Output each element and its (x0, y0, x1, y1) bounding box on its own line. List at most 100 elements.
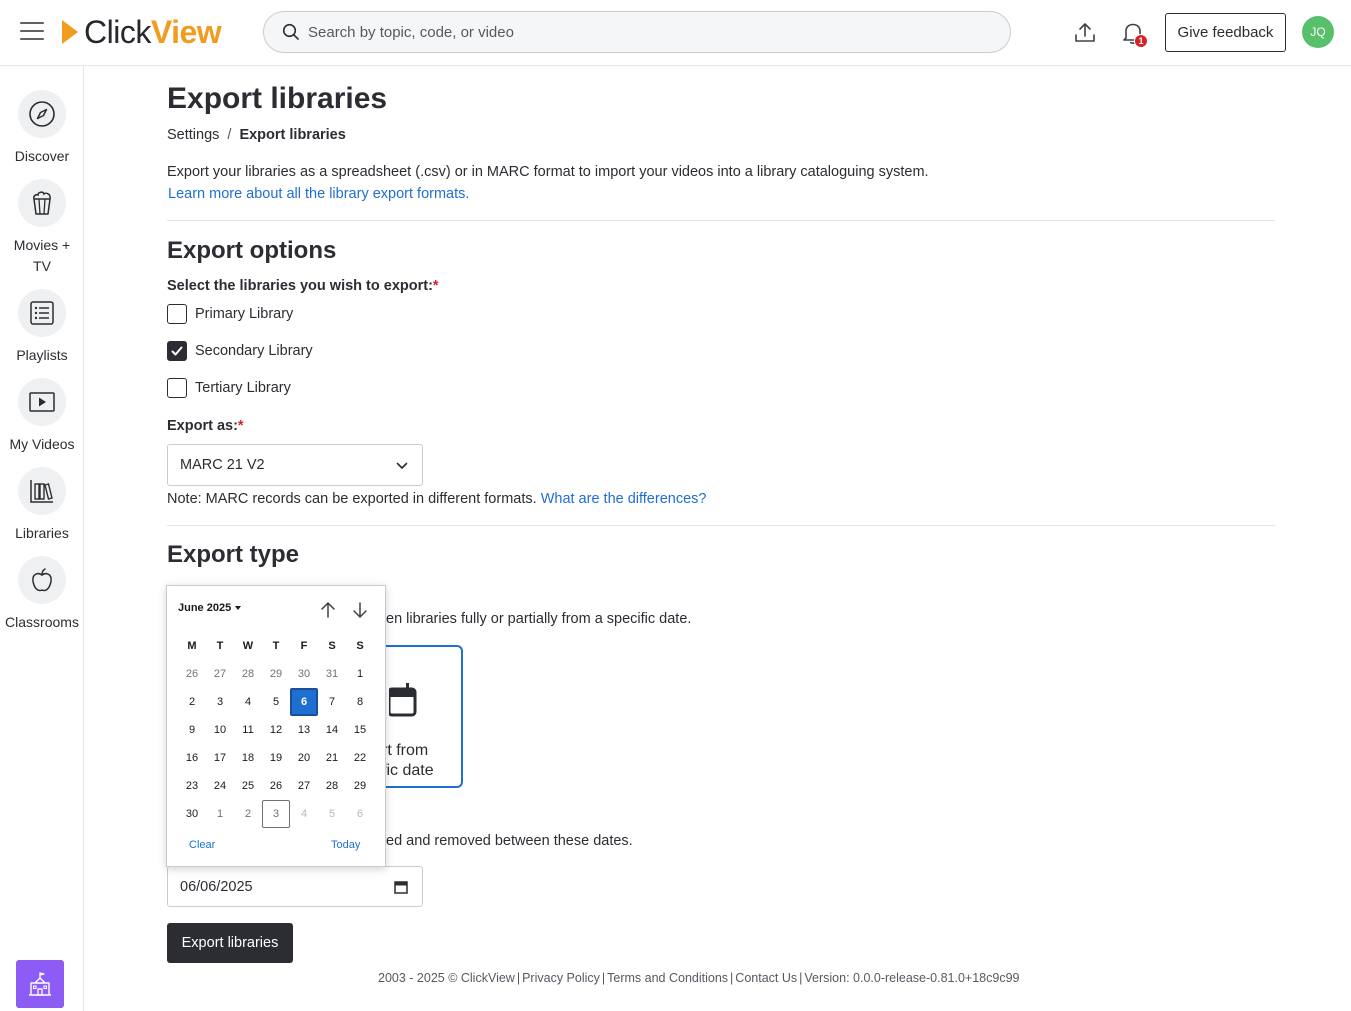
search-input[interactable] (308, 23, 968, 41)
user-avatar[interactable]: JQ (1302, 16, 1334, 48)
export-type-description: en libraries fully or partially from a s… (386, 611, 692, 627)
calendar-day-next-month[interactable]: 2 (234, 800, 262, 828)
calendar-day-prev-month[interactable]: 31 (318, 660, 346, 688)
calendar-day[interactable]: 1 (346, 660, 374, 688)
sidebar-item-libraries[interactable]: Libraries (0, 467, 84, 544)
date-value: 06/06/2025 (180, 878, 253, 895)
calendar-day-next-month[interactable]: 6 (346, 800, 374, 828)
differences-link[interactable]: What are the differences? (541, 491, 707, 507)
library-checkbox-primary[interactable]: Primary Library (167, 304, 293, 324)
calendar-day-today[interactable]: 3 (262, 800, 290, 828)
logo-text-view: View (150, 13, 222, 50)
library-checkbox-secondary[interactable]: Secondary Library (167, 341, 313, 361)
calendar-day-prev-month[interactable]: 30 (290, 660, 318, 688)
calendar-day[interactable]: 8 (346, 688, 374, 716)
calendar-day-next-month[interactable]: 1 (206, 800, 234, 828)
footer-privacy-link[interactable]: Privacy Policy (522, 971, 600, 985)
calendar-day-prev-month[interactable]: 29 (262, 660, 290, 688)
export-options-heading: Export options (167, 237, 337, 264)
calendar-day[interactable]: 29 (346, 772, 374, 800)
sidebar-item-movies-tv[interactable]: Movies + TV (0, 179, 84, 277)
calendar-day[interactable]: 23 (178, 772, 206, 800)
divider (167, 220, 1275, 221)
calendar-day[interactable]: 20 (290, 744, 318, 772)
libraries-label-text: Select the libraries you wish to export: (167, 278, 433, 294)
calendar-day[interactable]: 4 (234, 688, 262, 716)
calendar-day[interactable]: 28 (318, 772, 346, 800)
calendar-day-next-month[interactable]: 5 (318, 800, 346, 828)
sidebar-item-label: Libraries (15, 525, 69, 541)
sidebar-item-my-videos[interactable]: My Videos (0, 378, 84, 455)
from-date-input[interactable]: 06/06/2025 (167, 866, 423, 907)
previous-month-arrow-up-icon[interactable] (318, 600, 338, 620)
calendar-day[interactable]: 21 (318, 744, 346, 772)
calendar-day[interactable]: 18 (234, 744, 262, 772)
calendar-clear-button[interactable]: Clear (189, 839, 215, 851)
calendar-day-prev-month[interactable]: 27 (206, 660, 234, 688)
school-icon[interactable] (16, 960, 64, 1008)
top-bar: ClickView 1 Give feedback JQ (0, 0, 1351, 66)
calendar-day[interactable]: 5 (262, 688, 290, 716)
calendar-day-next-month[interactable]: 4 (290, 800, 318, 828)
sidebar-item-discover[interactable]: Discover (0, 90, 84, 167)
page-description: Export your libraries as a spreadsheet (… (167, 164, 929, 180)
menu-icon[interactable] (20, 22, 44, 42)
give-feedback-button[interactable]: Give feedback (1165, 13, 1286, 52)
calendar-day[interactable]: 26 (262, 772, 290, 800)
sidebar-item-classrooms[interactable]: Classrooms (0, 556, 84, 633)
upload-icon[interactable] (1072, 20, 1098, 46)
search-icon (282, 23, 299, 40)
checkbox[interactable] (167, 378, 187, 398)
popcorn-icon (18, 179, 66, 227)
calendar-day[interactable]: 25 (234, 772, 262, 800)
libraries-field-label: Select the libraries you wish to export:… (167, 278, 439, 294)
calendar-week-row: 26 27 28 29 30 31 1 (178, 660, 374, 688)
calendar-day-selected[interactable]: 6 (290, 688, 318, 716)
calendar-day[interactable]: 17 (206, 744, 234, 772)
play-icon (18, 378, 66, 426)
calendar-day[interactable]: 27 (290, 772, 318, 800)
calendar-day[interactable]: 12 (262, 716, 290, 744)
calendar-day[interactable]: 16 (178, 744, 206, 772)
checkbox[interactable] (167, 304, 187, 324)
sidebar-item-playlists[interactable]: Playlists (0, 289, 84, 366)
library-checkbox-tertiary[interactable]: Tertiary Library (167, 378, 291, 398)
footer-terms-link[interactable]: Terms and Conditions (607, 971, 728, 985)
search-bar[interactable] (263, 11, 1011, 53)
breadcrumb-settings-link[interactable]: Settings (167, 127, 219, 143)
calendar-day[interactable]: 11 (234, 716, 262, 744)
calendar-picker-icon[interactable] (394, 880, 408, 894)
calendar-day[interactable]: 24 (206, 772, 234, 800)
calendar-day[interactable]: 3 (206, 688, 234, 716)
notification-bell-icon[interactable]: 1 (1120, 20, 1148, 48)
export-libraries-button[interactable]: Export libraries (167, 923, 293, 963)
footer-contact-link[interactable]: Contact Us (735, 971, 797, 985)
calendar-week-row: 2345678 (178, 688, 374, 716)
sidebar-item-label: Classrooms (5, 614, 79, 630)
calendar-today-button[interactable]: Today (331, 839, 360, 851)
calendar-day[interactable]: 19 (262, 744, 290, 772)
calendar-day[interactable]: 14 (318, 716, 346, 744)
divider (167, 525, 1275, 526)
calendar-day-prev-month[interactable]: 26 (178, 660, 206, 688)
calendar-day[interactable]: 30 (178, 800, 206, 828)
required-mark: * (237, 418, 244, 434)
export-format-select[interactable]: MARC 21 V2 (167, 444, 423, 486)
calendar-day-prev-month[interactable]: 28 (234, 660, 262, 688)
calendar-day[interactable]: 7 (318, 688, 346, 716)
calendar-day[interactable]: 13 (290, 716, 318, 744)
export-format-value: MARC 21 V2 (180, 457, 265, 473)
checkbox-checked[interactable] (167, 341, 187, 361)
calendar-day[interactable]: 10 (206, 716, 234, 744)
calendar-day[interactable]: 22 (346, 744, 374, 772)
clickview-logo[interactable]: Click View (62, 13, 222, 50)
calendar-week-row: 9 10 11 12 13 14 15 (178, 716, 374, 744)
month-year-selector[interactable]: June 2025 (178, 602, 241, 614)
marc-note: Note: MARC records can be exported in di… (167, 491, 706, 507)
next-month-arrow-down-icon[interactable] (350, 600, 370, 620)
calendar-day[interactable]: 9 (178, 716, 206, 744)
learn-more-link[interactable]: Learn more about all the library export … (168, 186, 469, 202)
calendar-day[interactable]: 2 (178, 688, 206, 716)
calendar-day[interactable]: 15 (346, 716, 374, 744)
checkbox-label: Primary Library (195, 306, 294, 322)
